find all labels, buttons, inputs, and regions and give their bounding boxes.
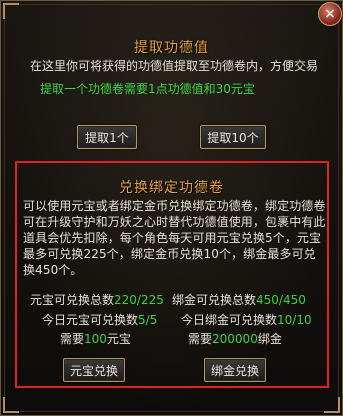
yuanbao-cost: 需要100元宝 [60,332,131,346]
close-icon: × [324,6,336,22]
section-title-exchange: 兑换绑定功德卷 [119,180,224,196]
extract-10-button[interactable]: 提取10个 [200,125,266,149]
yuanbao-today-stat: 今日元宝可兑换数5/5 [42,313,158,327]
corner-ornament [3,397,19,413]
corner-ornament [3,3,19,19]
close-button[interactable]: × [318,2,342,26]
corner-ornament [324,397,340,413]
extract-description: 在这里你可将获得的功德值提取至功德卷内，方便交易 [30,59,319,73]
yuanbao-total-stat: 元宝可兑换总数220/225 [30,293,164,307]
extract-rate: 提取一个功德卷需要1点功德值和30元宝 [40,82,255,96]
exchange-description: 可以使用元宝或者绑定金币兑换绑定功德卷，绑定功德卷可在升级守护和万妖之心时替代功… [23,199,326,277]
section-title-extract: 提取功德值 [134,40,209,56]
yuanbao-exchange-button[interactable]: 元宝兑换 [63,358,125,382]
bindgold-exchange-button[interactable]: 绑金兑换 [204,358,266,382]
bindgold-total-stat: 绑金可兑换总数450/450 [172,293,306,307]
bindgold-today-stat: 今日绑金可兑换数10/10 [181,313,312,327]
extract-1-button[interactable]: 提取1个 [77,125,137,149]
bindgold-cost: 需要200000绑金 [188,332,282,346]
